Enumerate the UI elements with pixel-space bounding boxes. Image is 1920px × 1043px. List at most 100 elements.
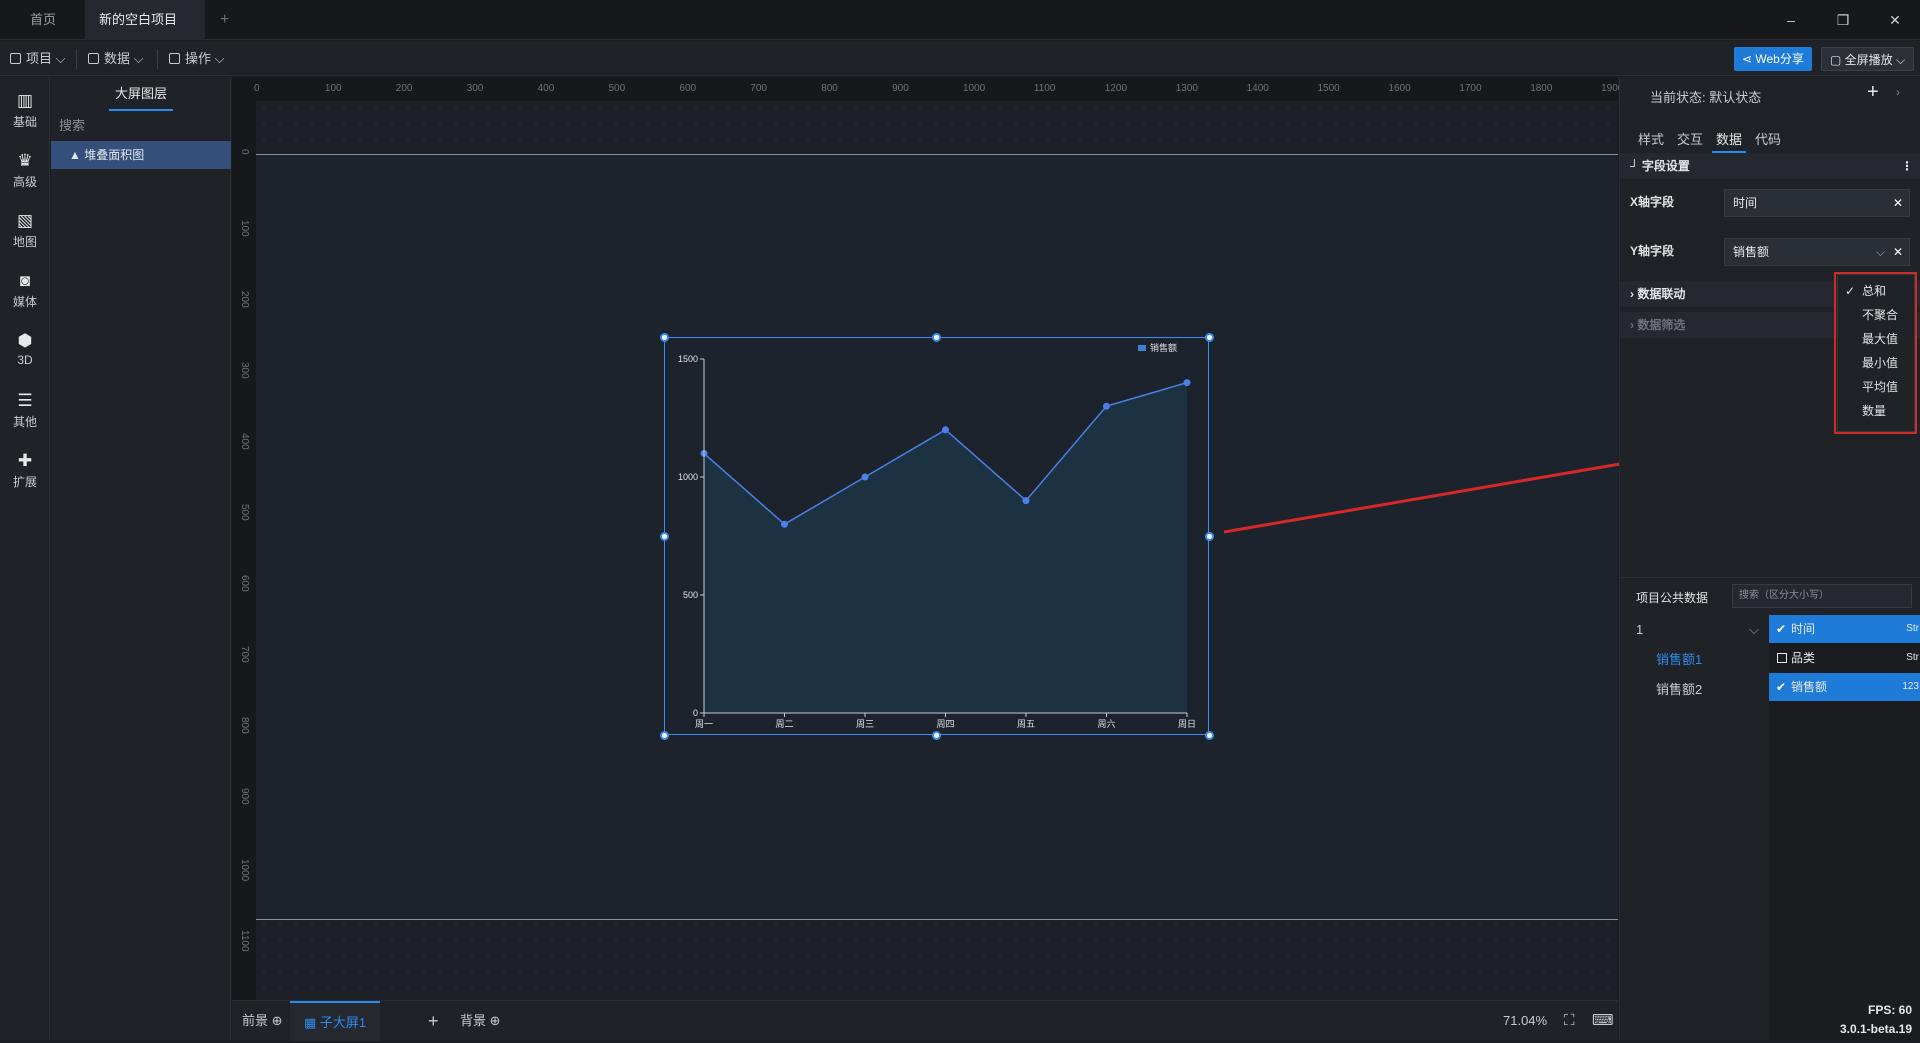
minimize-button[interactable]: – bbox=[1768, 0, 1814, 40]
tab-interaction[interactable]: 交互 bbox=[1677, 127, 1703, 153]
rail-basic[interactable]: ▥ 基础 bbox=[0, 83, 50, 139]
field-settings-header[interactable]: ┘ 字段设置 ⋮ bbox=[1620, 153, 1920, 179]
tab-style[interactable]: 样式 bbox=[1638, 127, 1664, 153]
rail-media[interactable]: ◙ 媒体 bbox=[0, 263, 50, 319]
clear-icon[interactable]: ✕ bbox=[1893, 190, 1903, 216]
project-menu[interactable]: 项目 ⌵ bbox=[10, 41, 66, 76]
chevron-down-icon: ⌵ bbox=[1896, 53, 1906, 67]
fit-screen-icon[interactable]: ⛶ bbox=[1564, 1001, 1575, 1041]
layer-item[interactable]: ▲ 堆叠面积图 bbox=[51, 141, 231, 169]
public-data-search[interactable]: 搜索（区分大小写） bbox=[1732, 584, 1912, 608]
ruler-tick: 900 bbox=[239, 788, 250, 805]
screen-icon: ▦ bbox=[304, 1015, 320, 1030]
ruler-tick: 800 bbox=[239, 717, 250, 734]
resize-handle[interactable] bbox=[1204, 332, 1214, 342]
chevron-down-icon: ⌵ bbox=[55, 51, 66, 66]
column-item[interactable]: ✔ 时间 Str bbox=[1769, 615, 1920, 643]
ruler-tick: 200 bbox=[395, 83, 413, 94]
data-menu[interactable]: 数据 ⌵ bbox=[88, 41, 144, 76]
rail-advanced[interactable]: ♛ 高级 bbox=[0, 143, 50, 199]
add-circle-icon[interactable]: ⊕ bbox=[486, 1013, 501, 1028]
zoom-level[interactable]: 71.04% bbox=[1503, 1001, 1547, 1041]
ruler-tick: 0 bbox=[239, 149, 250, 155]
puzzle-icon: ✚ bbox=[17, 451, 33, 470]
resize-handle[interactable] bbox=[1204, 730, 1214, 740]
rail-other[interactable]: ☰ 其他 bbox=[0, 383, 50, 439]
layer-panel: 大屏图层 搜索 ▲ 堆叠面积图 bbox=[51, 77, 231, 1040]
tab-project[interactable]: 新的空白项目 bbox=[85, 0, 205, 65]
web-share-button[interactable]: ⋖ Web分享 bbox=[1734, 47, 1812, 71]
ruler-tick: 700 bbox=[750, 83, 767, 94]
column-item[interactable]: 品类 Str bbox=[1769, 644, 1920, 672]
ruler-tick: 100 bbox=[324, 83, 342, 94]
rail-map[interactable]: ▧ 地图 bbox=[0, 203, 50, 259]
property-panel: 当前状态: 默认状态 + › 样式 交互 数据 代码 ┘ 字段设置 ⋮ X轴字段 … bbox=[1619, 77, 1920, 1040]
keyboard-icon[interactable]: ⌨ bbox=[1592, 1001, 1614, 1041]
tab-code[interactable]: 代码 bbox=[1755, 127, 1781, 153]
dataset-select[interactable]: 1 ⌵ bbox=[1620, 615, 1769, 645]
add-tab-button[interactable]: + bbox=[206, 0, 243, 40]
layer-search-input[interactable]: 搜索 bbox=[59, 115, 85, 134]
clear-icon[interactable]: ✕ bbox=[1893, 239, 1903, 265]
camera-icon: ◙ bbox=[19, 271, 31, 290]
ruler-tick: 600 bbox=[239, 575, 250, 592]
map-icon: ▧ bbox=[16, 211, 34, 230]
chevron-down-icon: ⌵ bbox=[1749, 622, 1759, 637]
tab-underline bbox=[109, 109, 173, 111]
cube-icon: ⬢ bbox=[17, 331, 33, 350]
database-icon bbox=[88, 53, 99, 64]
rail-3d[interactable]: ⬢ 3D bbox=[0, 323, 50, 379]
ruler-tick: 1600 bbox=[1388, 83, 1411, 94]
chevron-down-icon: ⌵ bbox=[133, 51, 144, 66]
current-state: 当前状态: 默认状态 bbox=[1650, 90, 1762, 105]
resize-handle[interactable] bbox=[1204, 531, 1214, 541]
ruler-tick: 800 bbox=[821, 83, 838, 94]
tab-data[interactable]: 数据 bbox=[1712, 127, 1747, 153]
ruler-tick: 1700 bbox=[1459, 83, 1482, 94]
y-field-label: Y轴字段 bbox=[1630, 244, 1675, 258]
sub-screen-tab[interactable]: ▦ 子大屏1 bbox=[290, 1001, 381, 1041]
close-button[interactable]: ✕ bbox=[1872, 0, 1918, 40]
y-field-select[interactable]: 销售额 ⌵ ✕ bbox=[1724, 238, 1910, 266]
x-field-select[interactable]: 时间 ✕ bbox=[1724, 189, 1910, 217]
highlight-box bbox=[1834, 272, 1917, 434]
column-item[interactable]: ✔ 销售额 123 bbox=[1769, 673, 1920, 701]
chart-selection-box[interactable] bbox=[664, 337, 1209, 735]
resize-handle[interactable] bbox=[932, 332, 941, 342]
file-icon bbox=[10, 53, 21, 64]
resize-handle[interactable] bbox=[659, 730, 669, 740]
checkbox[interactable] bbox=[1777, 653, 1787, 663]
divider bbox=[76, 49, 77, 69]
resize-handle[interactable] bbox=[659, 531, 669, 541]
tab-home[interactable]: 首页 bbox=[16, 0, 70, 40]
chevron-right-icon[interactable]: › bbox=[1896, 85, 1900, 99]
chevron-down-icon: ⌵ bbox=[214, 51, 225, 66]
more-icon[interactable]: ⋮ bbox=[1901, 153, 1913, 179]
dataset-item[interactable]: 销售额1 bbox=[1620, 645, 1769, 675]
front-layer-tab[interactable]: 前景 ⊕ bbox=[242, 1001, 283, 1041]
restore-button[interactable]: ❐ bbox=[1820, 0, 1866, 40]
ruler-tick: 100 bbox=[239, 220, 250, 237]
ruler-tick: 1500 bbox=[1317, 83, 1340, 94]
add-screen-button[interactable]: + bbox=[428, 1001, 439, 1041]
fullscreen-button[interactable]: ▢ 全屏播放 ⌵ bbox=[1821, 47, 1915, 71]
ruler-tick: 1000 bbox=[963, 83, 986, 94]
dataset-item[interactable]: 销售额2 bbox=[1620, 675, 1769, 705]
operate-menu[interactable]: 操作 ⌵ bbox=[169, 41, 225, 76]
ruler-tick: 1300 bbox=[1175, 83, 1198, 94]
bottom-bar: 前景 ⊕ ▦ 子大屏1 + 背景 ⊕ 71.04% ⛶ ⌨ bbox=[232, 1000, 1618, 1041]
check-icon: ✔ bbox=[1776, 680, 1787, 694]
layer-panel-title[interactable]: 大屏图层 bbox=[51, 77, 231, 111]
add-state-button[interactable]: + bbox=[1867, 81, 1879, 104]
background-tab[interactable]: 背景 ⊕ bbox=[460, 1001, 501, 1041]
add-circle-icon[interactable]: ⊕ bbox=[268, 1013, 283, 1028]
resize-handle[interactable] bbox=[932, 730, 941, 740]
toolbar: 项目 ⌵ 数据 ⌵ 操作 ⌵ ⋖ Web分享 ▢ 全屏播放 ⌵ bbox=[0, 41, 1920, 76]
ruler-tick: 700 bbox=[239, 646, 250, 663]
ruler-tick: 500 bbox=[239, 504, 250, 521]
rail-extend[interactable]: ✚ 扩展 bbox=[0, 443, 50, 499]
public-data-title: 项目公共数据 bbox=[1636, 591, 1709, 605]
resize-handle[interactable] bbox=[659, 332, 669, 342]
vertical-ruler: 0 100 200 300 400 500 600 700 800 900 1000 1100 bbox=[232, 101, 256, 1000]
check-icon: ✔ bbox=[1776, 622, 1787, 636]
